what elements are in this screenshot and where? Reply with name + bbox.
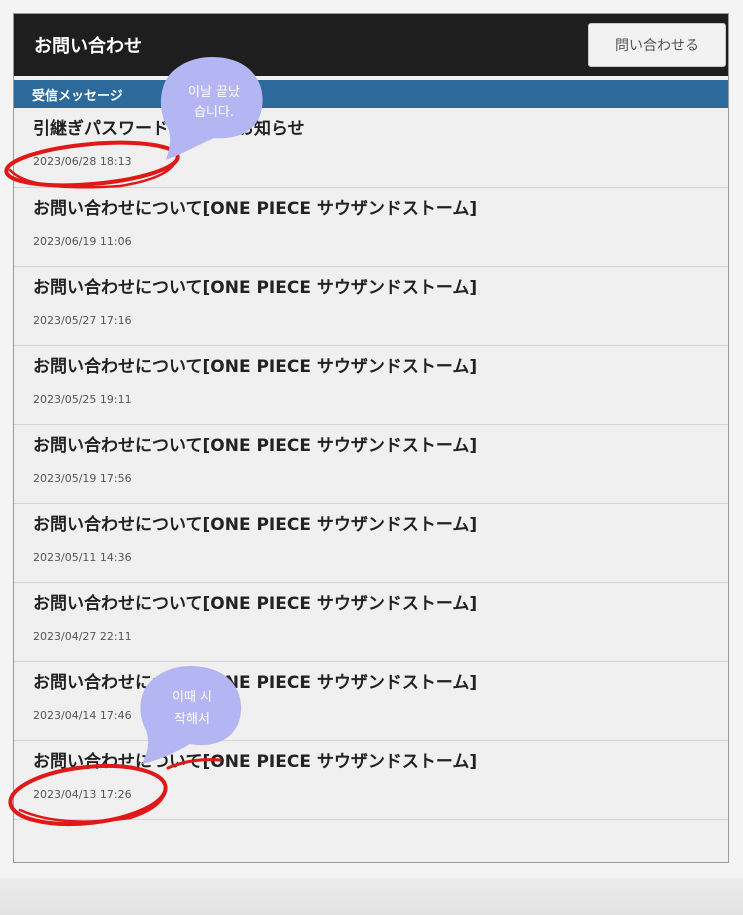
header-bar: お問い合わせ 問い合わせる <box>14 14 728 76</box>
message-date: 2023/04/14 17:46 <box>33 709 132 722</box>
message-title: お問い合わせについて[ONE PIECE サウザンドストーム] <box>33 199 478 219</box>
message-title: お問い合わせについて[ONE PIECE サウザンドストーム] <box>33 278 478 298</box>
message-title: お問い合わせについて[ONE PIECE サウザンドストーム] <box>33 436 478 456</box>
message-title: お問い合わせについて[ONE PIECE サウザンドストーム] <box>33 515 478 535</box>
message-date: 2023/05/11 14:36 <box>33 551 132 564</box>
screenshot-bottom-edge <box>0 878 743 915</box>
message-date: 2023/05/27 17:16 <box>33 314 132 327</box>
message-title: お問い合わせについて[ONE PIECE サウザンドストーム] <box>33 357 478 377</box>
inbox-section-header: 受信メッセージ <box>14 80 728 108</box>
message-item[interactable]: お問い合わせについて[ONE PIECE サウザンドストーム] 2023/05/… <box>14 267 728 346</box>
message-item[interactable]: お問い合わせについて[ONE PIECE サウザンドストーム] 2023/04/… <box>14 583 728 662</box>
message-date: 2023/04/27 22:11 <box>33 630 132 643</box>
app-frame: お問い合わせ 問い合わせる 受信メッセージ 引継ぎパスワード再発行のお知らせ 2… <box>13 13 729 863</box>
message-list: 引継ぎパスワード再発行のお知らせ 2023/06/28 18:13 お問い合わせ… <box>14 108 728 820</box>
message-item[interactable]: お問い合わせについて[ONE PIECE サウザンドストーム] 2023/06/… <box>14 188 728 267</box>
message-title: お問い合わせについて[ONE PIECE サウザンドストーム] <box>33 594 478 614</box>
message-title: お問い合わせについて[ONE PIECE サウザンドストーム] <box>33 673 478 693</box>
message-title: 引継ぎパスワード再発行のお知らせ <box>33 119 305 139</box>
message-title: お問い合わせについて[ONE PIECE サウザンドストーム] <box>33 752 478 772</box>
message-item[interactable]: 引継ぎパスワード再発行のお知らせ 2023/06/28 18:13 <box>14 108 728 188</box>
message-item[interactable]: お問い合わせについて[ONE PIECE サウザンドストーム] 2023/04/… <box>14 662 728 741</box>
message-date: 2023/05/25 19:11 <box>33 393 132 406</box>
message-date: 2023/05/19 17:56 <box>33 472 132 485</box>
message-date: 2023/06/28 18:13 <box>33 155 132 168</box>
message-item[interactable]: お問い合わせについて[ONE PIECE サウザンドストーム] 2023/05/… <box>14 346 728 425</box>
contact-button[interactable]: 問い合わせる <box>588 23 726 67</box>
message-item[interactable]: お問い合わせについて[ONE PIECE サウザンドストーム] 2023/05/… <box>14 425 728 504</box>
message-date: 2023/04/13 17:26 <box>33 788 132 801</box>
message-item[interactable]: お問い合わせについて[ONE PIECE サウザンドストーム] 2023/04/… <box>14 741 728 820</box>
message-date: 2023/06/19 11:06 <box>33 235 132 248</box>
message-item[interactable]: お問い合わせについて[ONE PIECE サウザンドストーム] 2023/05/… <box>14 504 728 583</box>
page-title: お問い合わせ <box>34 36 142 57</box>
